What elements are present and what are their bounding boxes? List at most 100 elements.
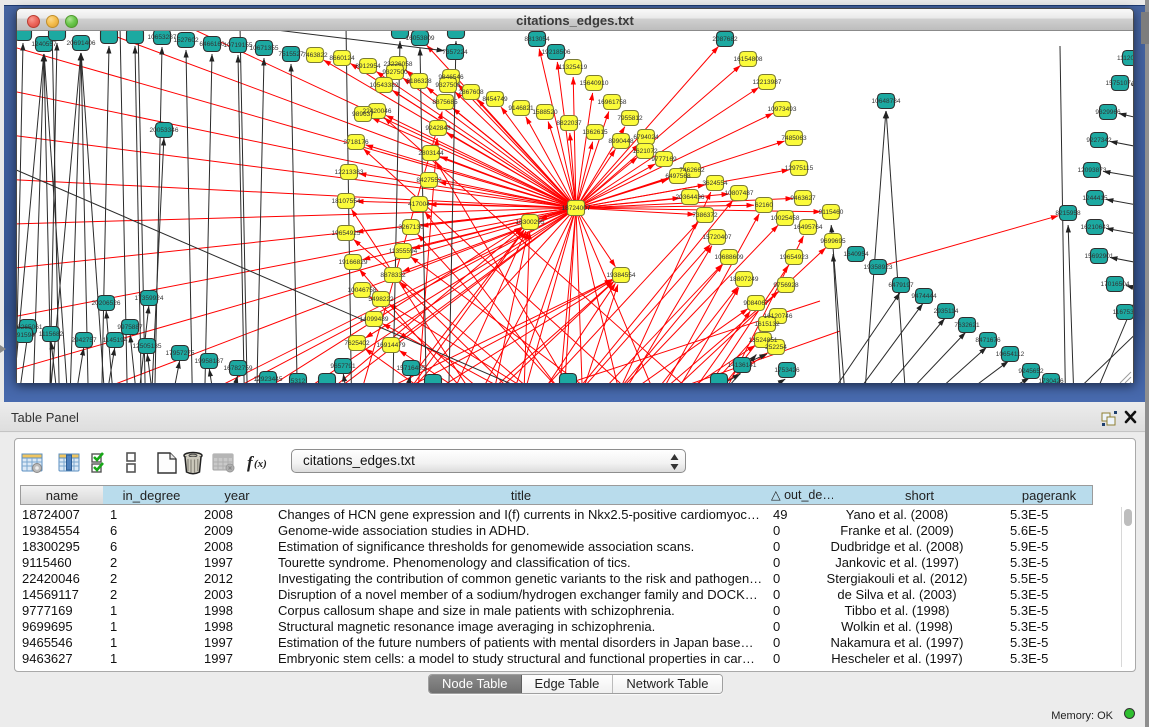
- svg-text:8822037: 8822037: [556, 120, 582, 127]
- svg-text:2718176: 2718176: [343, 139, 369, 146]
- svg-text:20364436: 20364436: [676, 194, 705, 201]
- svg-text:2087682: 2087682: [712, 36, 738, 43]
- svg-text:7632621: 7632621: [954, 322, 980, 329]
- svg-text:19958187: 19958187: [195, 358, 224, 365]
- svg-text:10025458: 10025458: [771, 215, 800, 222]
- svg-text:17957275: 17957275: [166, 350, 195, 357]
- svg-text:(x): (x): [254, 458, 267, 470]
- svg-text:16961758: 16961758: [598, 99, 627, 106]
- svg-text:23226058: 23226058: [384, 61, 413, 68]
- svg-text:16914479: 16914479: [377, 342, 406, 349]
- svg-text:16495764: 16495764: [794, 224, 823, 231]
- svg-text:18724007: 18724007: [562, 205, 591, 212]
- svg-text:1167533: 1167533: [1113, 309, 1133, 316]
- svg-text:2942757: 2942757: [71, 337, 97, 344]
- svg-text:10807487: 10807487: [725, 190, 754, 197]
- svg-text:9227342: 9227342: [1086, 137, 1112, 144]
- svg-text:14136141: 14136141: [728, 362, 757, 369]
- svg-text:26265061: 26265061: [17, 324, 43, 331]
- svg-text:19218506: 19218506: [542, 49, 571, 56]
- svg-text:8427552: 8427552: [416, 177, 442, 184]
- svg-text:18300295: 18300295: [516, 219, 545, 226]
- svg-text:7357224: 7357224: [442, 49, 468, 56]
- svg-text:5498222: 5498222: [368, 296, 394, 303]
- svg-text:12213383: 12213383: [335, 169, 364, 176]
- svg-text:9474444: 9474444: [911, 293, 937, 300]
- svg-text:8660124: 8660124: [329, 55, 355, 62]
- svg-text:12093873: 12093873: [1078, 167, 1107, 174]
- svg-text:8878332: 8878332: [380, 272, 406, 279]
- svg-text:1145194: 1145194: [103, 337, 128, 344]
- svg-text:2867608: 2867608: [458, 89, 484, 96]
- svg-text:6466160: 6466160: [199, 41, 225, 48]
- svg-text:9777169: 9777169: [651, 156, 677, 163]
- svg-text:13524851: 13524851: [749, 337, 778, 344]
- svg-text:8215958: 8215958: [1055, 210, 1081, 217]
- svg-text:9846546: 9846546: [438, 74, 464, 81]
- svg-text:15692901: 15692901: [1085, 253, 1114, 260]
- svg-text:12213987: 12213987: [753, 79, 782, 86]
- svg-text:8813054: 8813054: [524, 36, 550, 43]
- svg-text:9657791: 9657791: [330, 363, 356, 370]
- svg-text:15751074: 15751074: [1106, 80, 1133, 87]
- svg-text:16154808: 16154808: [734, 56, 763, 63]
- svg-text:19654925: 19654925: [332, 230, 361, 237]
- svg-text:8875685: 8875685: [432, 99, 458, 106]
- svg-text:7485063: 7485063: [781, 135, 807, 142]
- svg-text:12505135: 12505135: [133, 343, 162, 350]
- svg-text:7386372: 7386372: [692, 212, 718, 219]
- svg-text:16782759: 16782759: [224, 365, 253, 372]
- svg-text:1621072: 1621072: [632, 148, 658, 155]
- svg-text:9245652: 9245652: [1018, 368, 1044, 375]
- svg-text:1527602: 1527602: [173, 37, 199, 44]
- svg-text:1730426: 1730426: [1038, 378, 1064, 383]
- svg-text:10654112: 10654112: [996, 351, 1025, 358]
- svg-text:1244415: 1244415: [1082, 195, 1108, 202]
- svg-text:5312: 5312: [291, 378, 306, 383]
- svg-text:18807249: 18807249: [730, 276, 759, 283]
- svg-text:3624554: 3624554: [702, 180, 728, 187]
- svg-text:9084067: 9084067: [743, 300, 769, 307]
- svg-text:7625402: 7625402: [344, 340, 370, 347]
- svg-text:9327500: 9327500: [382, 69, 408, 76]
- svg-text:9975887: 9975887: [117, 324, 143, 331]
- svg-text:16120746: 16120746: [764, 313, 793, 320]
- svg-text:2803144: 2803144: [418, 150, 444, 157]
- svg-text:6794024: 6794024: [633, 134, 659, 141]
- svg-text:9327508: 9327508: [435, 82, 461, 89]
- svg-text:6497568: 6497568: [665, 173, 691, 180]
- svg-text:7515527: 7515527: [278, 51, 304, 58]
- svg-text:10046758: 10046758: [348, 287, 377, 294]
- svg-text:19384554: 19384554: [607, 272, 636, 279]
- svg-text:8912954: 8912954: [355, 63, 381, 70]
- svg-text:19654923: 19654923: [780, 254, 809, 261]
- svg-text:10543382: 10543382: [370, 82, 399, 89]
- svg-text:20691406: 20691406: [67, 40, 96, 47]
- svg-text:1240557: 1240557: [31, 41, 57, 48]
- svg-text:12923445: 12923445: [254, 376, 283, 383]
- svg-text:18107554: 18107554: [332, 198, 361, 205]
- svg-text:15720407: 15720407: [703, 234, 732, 241]
- svg-text:10688609: 10688609: [715, 254, 744, 261]
- svg-text:8990448: 8990448: [608, 138, 634, 145]
- svg-text:16210643: 16210643: [1081, 224, 1110, 231]
- svg-text:11355594: 11355594: [389, 248, 418, 255]
- svg-text:19358923: 19358923: [864, 264, 893, 271]
- svg-text:10973493: 10973493: [768, 106, 797, 113]
- svg-text:10671355: 10671355: [250, 45, 279, 52]
- svg-text:9146821: 9146821: [508, 105, 534, 112]
- svg-text:9329966: 9329966: [1095, 109, 1121, 116]
- svg-text:10648784: 10648784: [872, 98, 901, 105]
- svg-text:8471676: 8471676: [975, 337, 1001, 344]
- svg-text:9115460: 9115460: [819, 209, 844, 216]
- svg-text:10719155: 10719155: [224, 42, 253, 49]
- svg-text:3267130: 3267130: [398, 224, 424, 231]
- svg-text:989637: 989637: [352, 111, 374, 118]
- svg-text:11325419: 11325419: [559, 64, 588, 71]
- svg-text:1753426: 1753426: [774, 367, 800, 374]
- svg-text:17359924: 17359924: [135, 295, 164, 302]
- svg-text:1615132: 1615132: [754, 321, 780, 328]
- svg-text:417004: 417004: [408, 201, 430, 208]
- svg-text:8186328: 8186328: [406, 78, 432, 85]
- svg-text:6479197: 6479197: [888, 282, 914, 289]
